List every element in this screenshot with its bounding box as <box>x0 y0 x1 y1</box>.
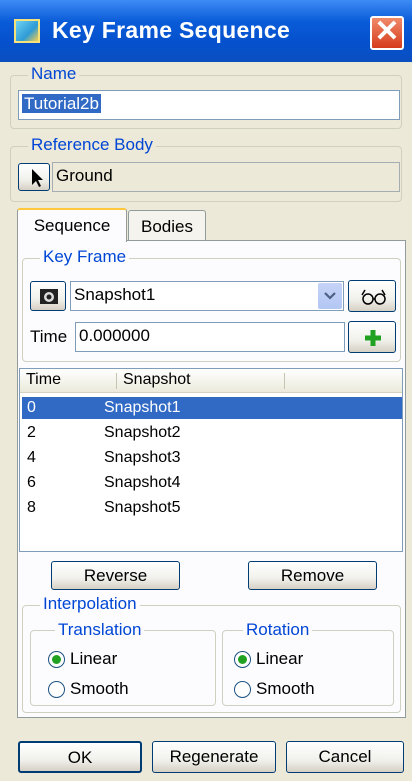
name-legend: Name <box>28 64 80 84</box>
cancel-button[interactable]: Cancel <box>286 741 404 773</box>
column-divider <box>116 373 117 389</box>
tab-bodies[interactable]: Bodies <box>128 210 206 242</box>
row-snapshot: Snapshot4 <box>104 474 181 491</box>
column-header-snapshot[interactable]: Snapshot <box>123 371 191 389</box>
reverse-button[interactable]: Reverse <box>51 561 180 590</box>
window-title: Key Frame Sequence <box>52 17 291 43</box>
row-time: 6 <box>27 474 36 491</box>
time-field[interactable]: 0.000000 <box>75 322 345 352</box>
ok-button[interactable]: OK <box>18 741 142 773</box>
column-header-time[interactable]: Time <box>26 371 61 389</box>
close-button[interactable]: ✕ <box>370 16 404 50</box>
app-icon <box>14 19 40 43</box>
translation-linear-label[interactable]: Linear <box>70 649 117 669</box>
snapshot-select[interactable]: Snapshot1 <box>70 281 344 311</box>
row-time: 8 <box>27 499 36 516</box>
row-time: 4 <box>27 449 36 466</box>
rotation-linear-label[interactable]: Linear <box>256 649 303 669</box>
row-snapshot: Snapshot2 <box>104 424 181 441</box>
translation-smooth-label[interactable]: Smooth <box>70 679 129 699</box>
snapshot-select-value: Snapshot1 <box>74 285 156 304</box>
table-row[interactable]: 4 Snapshot3 <box>22 447 402 469</box>
table-header <box>20 369 402 393</box>
name-field[interactable]: Tutorial2b <box>18 90 400 120</box>
regenerate-button[interactable]: Regenerate <box>152 741 276 773</box>
row-snapshot: Snapshot1 <box>104 399 181 416</box>
rotation-linear-radio[interactable] <box>234 651 251 668</box>
reference-body-legend: Reference Body <box>28 135 156 155</box>
table-row[interactable]: 6 Snapshot4 <box>22 472 402 494</box>
time-label: Time <box>30 327 68 346</box>
pick-body-button[interactable] <box>18 163 50 191</box>
add-key-frame-button[interactable] <box>348 321 396 353</box>
rotation-legend: Rotation <box>243 620 313 640</box>
cursor-arrow-icon <box>32 169 43 187</box>
table-row[interactable]: 0 Snapshot1 <box>22 397 402 419</box>
translation-smooth-radio[interactable] <box>48 681 65 698</box>
row-snapshot: Snapshot3 <box>104 449 181 466</box>
column-divider <box>284 373 285 389</box>
capture-snapshot-button[interactable] <box>30 281 66 311</box>
view-snapshot-button[interactable] <box>348 280 396 312</box>
row-snapshot: Snapshot5 <box>104 499 181 516</box>
plus-icon <box>365 330 381 346</box>
translation-legend: Translation <box>55 620 145 640</box>
camera-icon <box>40 289 58 304</box>
chevron-down-icon[interactable] <box>318 283 342 309</box>
reference-body-field: Ground <box>52 162 400 192</box>
glasses-icon <box>361 289 386 305</box>
row-time: 2 <box>27 424 36 441</box>
table-row[interactable]: 2 Snapshot2 <box>22 422 402 444</box>
translation-linear-radio[interactable] <box>48 651 65 668</box>
row-time: 0 <box>27 399 36 416</box>
rotation-smooth-label[interactable]: Smooth <box>256 679 315 699</box>
rotation-smooth-radio[interactable] <box>234 681 251 698</box>
key-frame-legend: Key Frame <box>40 247 130 267</box>
key-frame-table[interactable]: Time Snapshot 0 Snapshot1 2 Snapshot2 4 … <box>19 368 403 552</box>
interpolation-legend: Interpolation <box>40 594 140 614</box>
close-icon: ✕ <box>374 15 400 48</box>
table-row[interactable]: 8 Snapshot5 <box>22 497 402 519</box>
remove-button[interactable]: Remove <box>248 561 377 590</box>
tab-sequence[interactable]: Sequence <box>17 208 127 242</box>
name-value: Tutorial2b <box>22 94 101 113</box>
